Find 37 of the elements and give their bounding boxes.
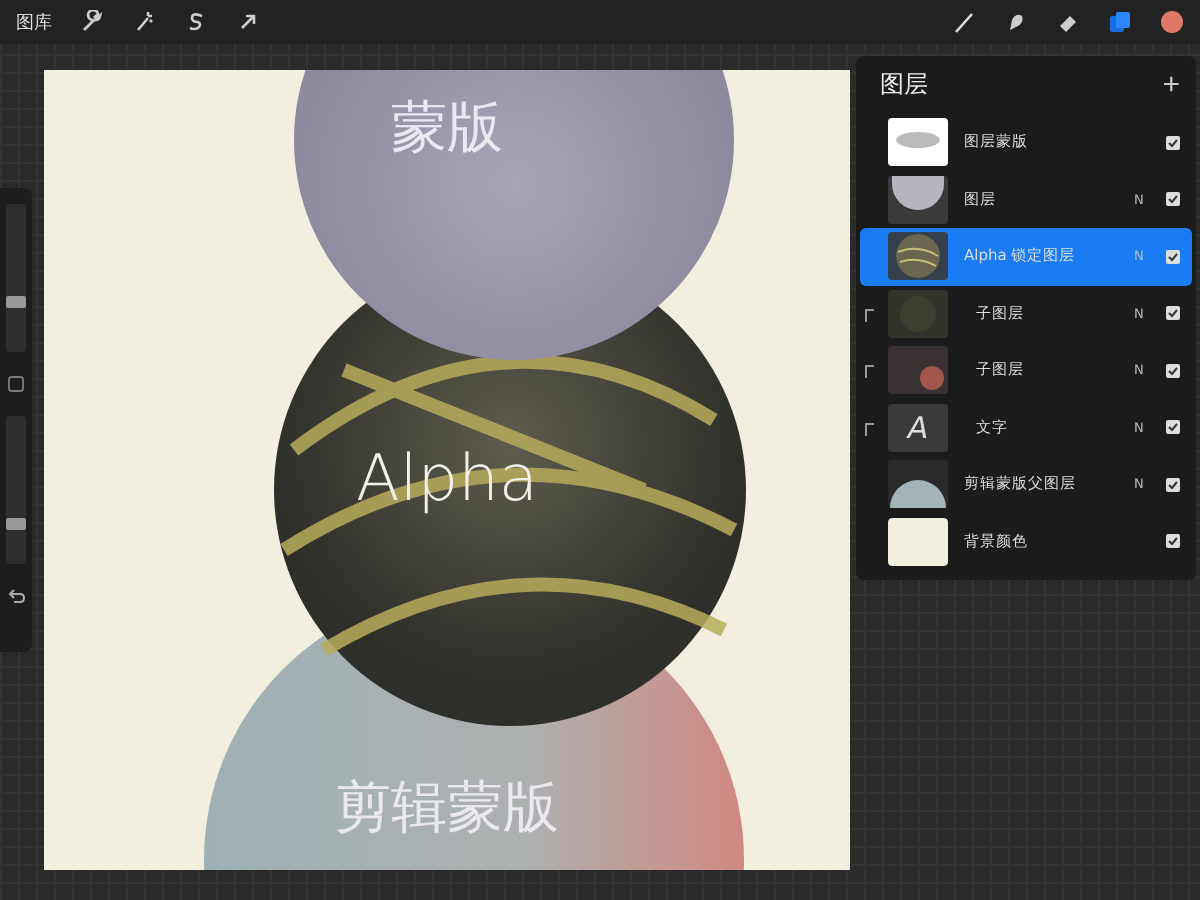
arrow-icon[interactable]	[236, 10, 260, 34]
canvas-label: Alpha	[354, 440, 540, 516]
square-icon[interactable]	[8, 376, 24, 392]
visibility-checkbox[interactable]	[1166, 192, 1180, 207]
visibility-checkbox[interactable]	[1166, 363, 1180, 378]
slider-handle[interactable]	[6, 295, 26, 308]
canvas-label: 剪辑蒙版	[333, 772, 561, 844]
slider-track[interactable]	[6, 204, 26, 352]
brush-icon[interactable]	[952, 10, 976, 34]
slider-handle[interactable]	[6, 518, 26, 530]
magic-wand-icon[interactable]	[132, 10, 156, 34]
text-thumbnail: A	[888, 403, 948, 452]
sphere-thumbnail	[888, 232, 948, 281]
canvas-label: 蒙版	[389, 92, 505, 164]
layer-thumbnail	[888, 289, 948, 338]
layer-thumbnail	[888, 346, 948, 395]
undo-icon[interactable]	[7, 588, 25, 604]
visibility-checkbox[interactable]	[1166, 534, 1180, 549]
slider-track[interactable]	[6, 416, 26, 564]
visibility-checkbox[interactable]	[1166, 135, 1180, 150]
mask-thumbnail	[888, 118, 948, 167]
layer-thumbnail	[888, 175, 948, 224]
add-layer-button[interactable]: +	[1162, 70, 1180, 100]
eraser-icon[interactable]	[1056, 10, 1080, 34]
layer-thumbnail	[888, 460, 948, 509]
gallery-button[interactable]: 图库	[16, 9, 52, 35]
wrench-icon[interactable]	[80, 10, 104, 34]
visibility-checkbox[interactable]	[1166, 306, 1180, 321]
color-thumbnail	[888, 517, 948, 566]
panel-title: 图层	[880, 68, 928, 102]
smudge-icon[interactable]	[1004, 10, 1028, 34]
visibility-checkbox[interactable]	[1166, 420, 1180, 435]
visibility-checkbox[interactable]	[1166, 477, 1180, 492]
visibility-checkbox[interactable]	[1166, 249, 1180, 264]
layers-icon[interactable]	[1108, 10, 1132, 34]
selection-icon[interactable]	[184, 10, 208, 34]
color-swatch[interactable]	[1160, 10, 1184, 34]
